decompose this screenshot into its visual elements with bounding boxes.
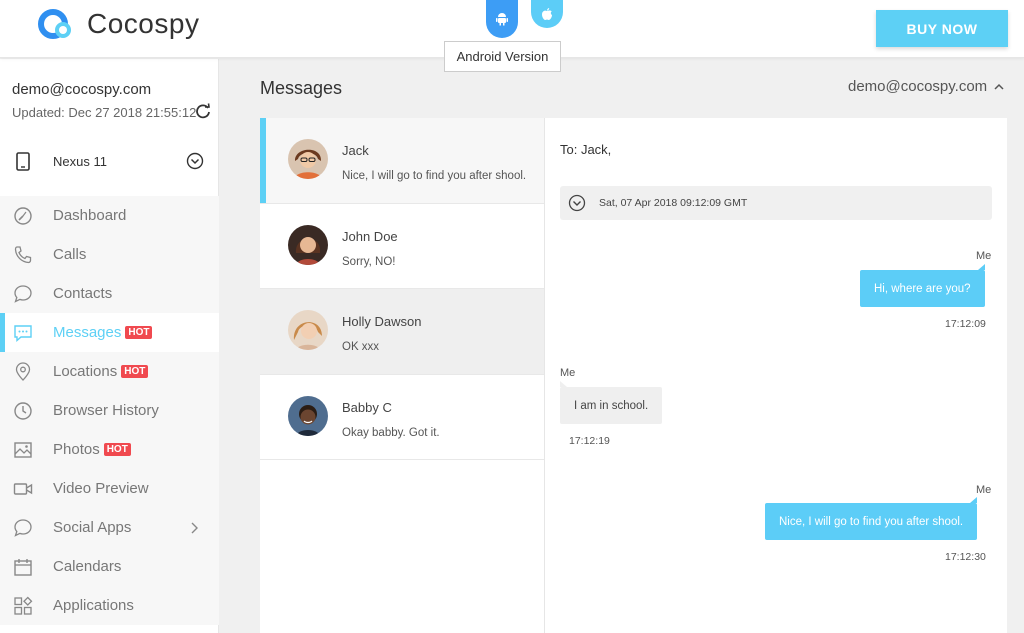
sidebar-item-locations[interactable]: Locations HOT xyxy=(0,352,219,391)
chevron-down-circle-icon xyxy=(568,194,586,212)
message-time: 17:12:09 xyxy=(945,318,986,330)
sidebar-item-label: Calls xyxy=(53,246,87,263)
sidebar-item-video-preview[interactable]: Video Preview xyxy=(0,469,219,508)
buy-now-button[interactable]: BUY NOW xyxy=(876,10,1008,47)
clock-icon xyxy=(14,402,32,420)
account-dropdown-label: demo@cocospy.com xyxy=(848,78,988,95)
thread-date: Sat, 07 Apr 2018 09:12:09 GMT xyxy=(599,197,748,209)
sidebar-item-dashboard[interactable]: Dashboard xyxy=(0,196,219,235)
sidebar-item-label: Social Apps xyxy=(53,519,132,536)
video-camera-icon xyxy=(13,483,33,495)
sidebar-nav: Dashboard Calls Contacts Messages HOT Loc… xyxy=(0,196,219,625)
message-bubble-outgoing: Hi, where are you? xyxy=(860,264,985,307)
sidebar-item-contacts[interactable]: Contacts xyxy=(0,274,219,313)
phone-device-icon xyxy=(16,152,30,171)
brand-name: Cocospy xyxy=(87,8,200,39)
chat-bubble-icon xyxy=(14,285,32,303)
avatar xyxy=(288,224,328,265)
ios-version-tab[interactable] xyxy=(531,0,563,28)
conversation-item[interactable]: Jack Nice, I will go to find you after s… xyxy=(260,118,544,204)
conversation-name: Jack xyxy=(342,143,369,158)
sidebar-item-label: Browser History xyxy=(53,402,159,419)
message-icon xyxy=(14,325,32,343)
date-divider[interactable]: Sat, 07 Apr 2018 09:12:09 GMT xyxy=(560,186,992,220)
sidebar-item-label: Contacts xyxy=(53,285,113,302)
message-bubble-outgoing: Nice, I will go to find you after shool. xyxy=(765,497,978,540)
android-version-tab[interactable] xyxy=(486,0,518,38)
cocospy-logo-icon xyxy=(38,9,71,39)
conversation-preview: Okay babby. Got it. xyxy=(342,426,440,439)
phone-call-icon xyxy=(14,246,32,264)
message-sender: Me xyxy=(560,367,576,379)
sidebar-item-browser-history[interactable]: Browser History xyxy=(0,391,219,430)
conversation-item[interactable]: John Doe Sorry, NO! xyxy=(260,203,544,289)
conversation-preview: Nice, I will go to find you after shool. xyxy=(342,170,527,182)
hot-badge: HOT xyxy=(103,443,131,456)
sidebar-item-calls[interactable]: Calls xyxy=(0,235,219,274)
hot-badge: HOT xyxy=(125,326,153,339)
account-dropdown[interactable]: demo@cocospy.com xyxy=(848,78,1005,95)
recipient-line: To: Jack, xyxy=(560,142,612,157)
sidebar-item-photos[interactable]: Photos HOT xyxy=(0,430,219,469)
account-email: demo@cocospy.com xyxy=(12,81,152,98)
device-name: Nexus 11 xyxy=(53,154,107,169)
calendar-icon xyxy=(14,559,32,576)
avatar xyxy=(288,310,328,350)
page-title: Messages xyxy=(260,78,343,98)
android-icon xyxy=(496,13,508,26)
map-pin-icon xyxy=(15,362,31,381)
message-time: 17:12:30 xyxy=(945,551,986,563)
sidebar-item-label: Video Preview xyxy=(53,480,149,497)
hot-badge: HOT xyxy=(121,365,149,378)
refresh-icon[interactable] xyxy=(195,103,211,119)
apple-icon xyxy=(542,8,552,20)
speech-icon xyxy=(14,519,32,537)
sidebar-item-messages[interactable]: Messages HOT xyxy=(0,313,219,352)
sidebar: demo@cocospy.com Updated: Dec 27 2018 21… xyxy=(0,59,219,633)
sidebar-item-social-apps[interactable]: Social Apps xyxy=(0,508,219,547)
sidebar-item-applications[interactable]: Applications xyxy=(0,586,219,625)
chevron-down-circle-icon[interactable] xyxy=(186,152,204,170)
chevron-up-icon xyxy=(994,83,1004,90)
conversation-name: Holly Dawson xyxy=(342,314,422,329)
conversation-name: Babby C xyxy=(342,399,392,415)
apps-grid-icon xyxy=(14,596,33,615)
message-sender: Me xyxy=(976,484,992,496)
sidebar-item-label: Photos xyxy=(53,441,100,458)
message-time: 17:12:19 xyxy=(569,435,610,447)
conversation-list: Jack Nice, I will go to find you after s… xyxy=(260,118,545,633)
sidebar-item-label: Locations xyxy=(53,363,118,380)
main-content: Messages demo@cocospy.com Jack Nice, I w… xyxy=(219,59,1024,633)
last-updated: Updated: Dec 27 2018 21:55:12 xyxy=(12,105,197,120)
sidebar-item-label: Messages xyxy=(53,324,122,341)
conversation-item[interactable]: Babby C Okay babby. Got it. xyxy=(260,374,544,460)
sidebar-item-calendars[interactable]: Calendars xyxy=(0,547,219,586)
image-icon xyxy=(14,442,32,458)
conversation-preview: OK xxx xyxy=(342,341,380,353)
conversation-item[interactable]: Holly Dawson OK xxx xyxy=(260,289,544,375)
message-bubble-incoming: I am in school. xyxy=(560,381,663,424)
sidebar-item-label: Dashboard xyxy=(53,207,127,224)
dashboard-icon xyxy=(14,207,32,225)
avatar xyxy=(288,139,328,179)
avatar xyxy=(288,395,328,436)
sidebar-item-label: Calendars xyxy=(53,558,122,575)
android-version-tooltip: Android Version xyxy=(444,41,561,72)
conversation-preview: Sorry, NO! xyxy=(342,255,396,268)
chevron-right-icon xyxy=(191,522,198,534)
sidebar-item-label: Applications xyxy=(53,597,134,614)
message-sender: Me xyxy=(976,250,992,262)
conversation-name: John Doe xyxy=(342,228,398,244)
message-thread: To: Jack, Sat, 07 Apr 2018 09:12:09 GMT … xyxy=(545,118,1007,633)
device-selector[interactable]: Nexus 11 xyxy=(0,139,219,189)
